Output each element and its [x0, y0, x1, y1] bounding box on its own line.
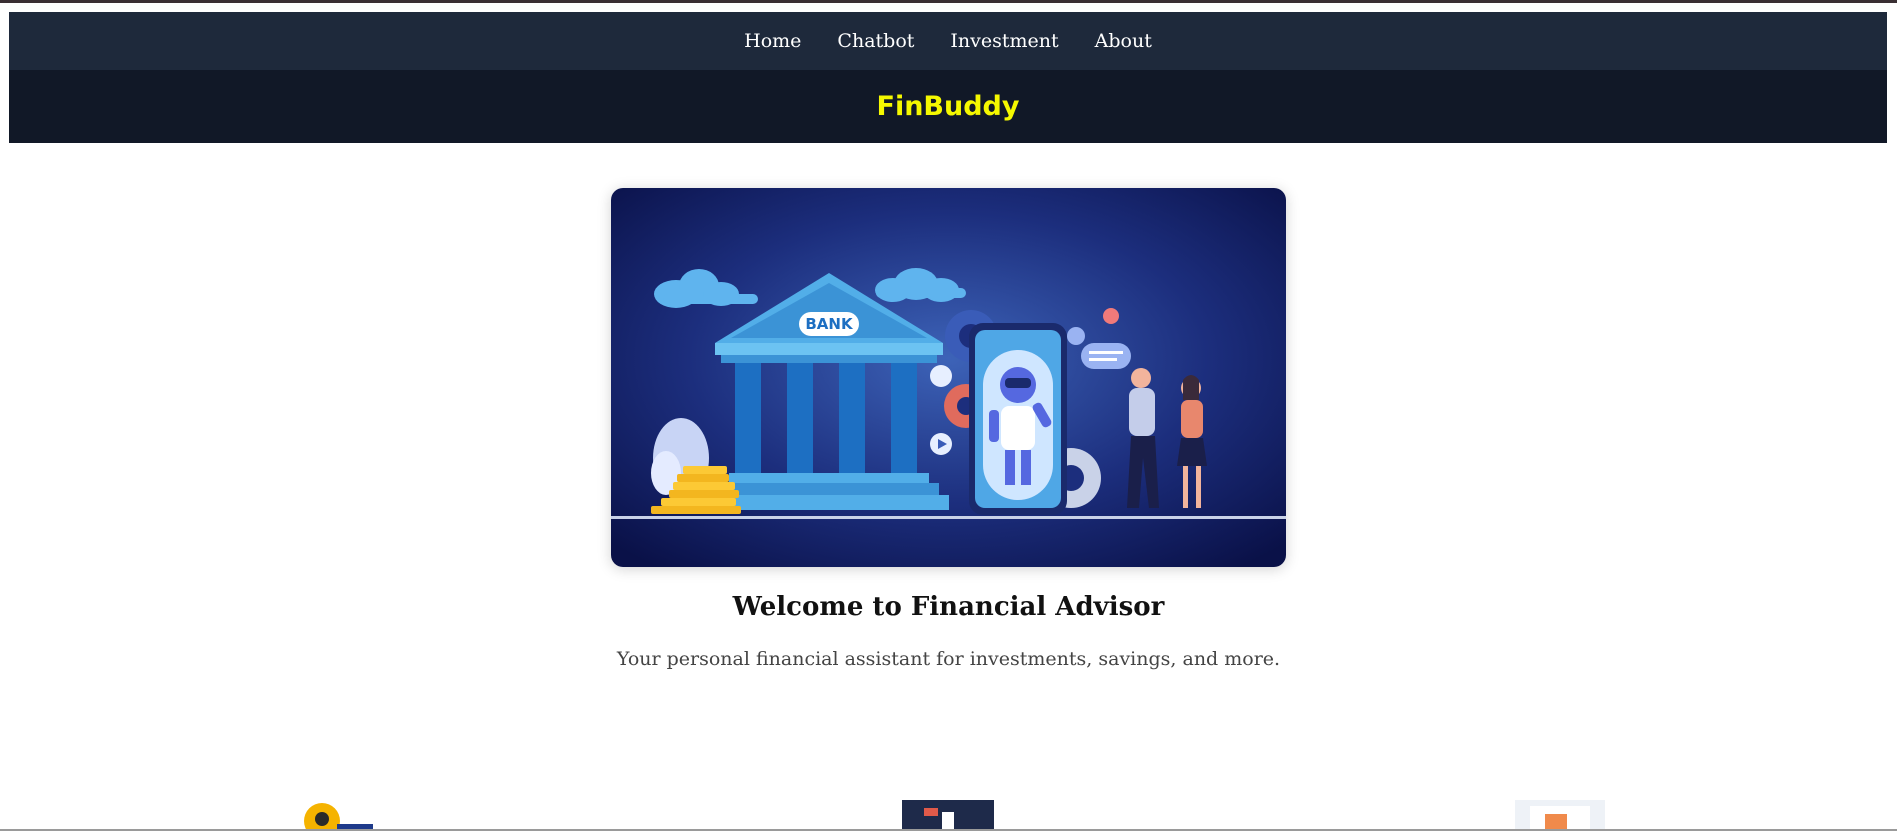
main-navbar: Home Chatbot Investment About	[9, 12, 1887, 70]
phone-with-robot-icon	[969, 323, 1067, 515]
top-border	[0, 0, 1897, 3]
brand-header: FinBuddy	[9, 70, 1887, 143]
page-title: Welcome to Financial Advisor	[732, 592, 1165, 622]
card-thumbnail-advisor[interactable]	[303, 800, 373, 829]
nav-chatbot-link[interactable]: Chatbot	[837, 30, 914, 52]
nav-investment-link[interactable]: Investment	[950, 30, 1058, 52]
clock-icon	[930, 365, 952, 387]
nav-home-link[interactable]: Home	[744, 30, 801, 52]
card-thumbnail-investment[interactable]	[1515, 800, 1605, 829]
card-thumbnail-chatbot[interactable]	[902, 800, 994, 829]
hero-illustration: BANK	[611, 188, 1286, 567]
page-subtitle: Your personal financial assistant for in…	[616, 648, 1281, 670]
nav-about-link[interactable]: About	[1095, 30, 1152, 52]
bank-sign-text: BANK	[805, 315, 854, 333]
brand-logo-text: FinBuddy	[876, 91, 1020, 122]
